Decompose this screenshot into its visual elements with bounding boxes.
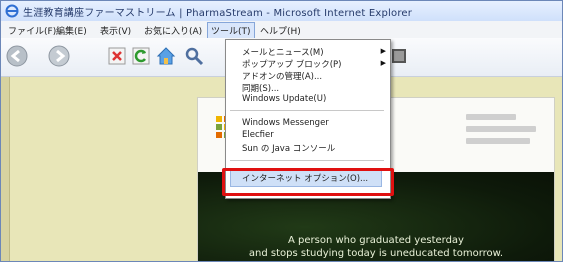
search-icon[interactable] (182, 44, 206, 68)
forward-arrow-icon[interactable] (47, 44, 71, 68)
menu-separator (230, 110, 384, 111)
submenu-arrow-icon: ▶ (380, 59, 386, 67)
menu-view[interactable]: 表示(V) (97, 23, 134, 38)
menu-favorites[interactable]: お気に入り(A) (141, 23, 205, 38)
menu-item-manage-addons[interactable]: アドオンの管理(A)... (242, 70, 322, 82)
quote-text: A person who graduated yesterday and sto… (198, 234, 554, 260)
refresh-icon[interactable] (129, 44, 153, 68)
menu-edit[interactable]: 編集(E) (53, 23, 90, 38)
home-icon[interactable] (154, 44, 178, 68)
menu-help[interactable]: ヘルプ(H) (257, 23, 304, 38)
highlight-callout-box (222, 168, 394, 196)
quote-line-2: and stops studying today is uneducated t… (248, 248, 504, 259)
menu-item-java-console[interactable]: Sun の Java コンソール (242, 142, 335, 154)
menu-tools[interactable]: ツール(T) (207, 22, 255, 39)
left-frame-bar (1, 77, 10, 261)
ie-window: 生涯教育講座ファーマストリーム | PharmaStream - Microso… (0, 0, 563, 262)
menu-separator (230, 160, 384, 161)
internet-explorer-icon (5, 4, 19, 18)
menu-item-popup-blocker[interactable]: ポップアップ ブロック(P) (242, 58, 341, 70)
menu-item-mail-news[interactable]: メールとニュース(M) (242, 46, 324, 58)
menu-item-windows-update[interactable]: Windows Update(U) (242, 94, 326, 104)
window-title: 生涯教育講座ファーマストリーム | PharmaStream - Microso… (23, 8, 413, 19)
title-bar: 生涯教育講座ファーマストリーム | PharmaStream - Microso… (1, 1, 562, 22)
menu-item-elecfier[interactable]: Elecfier (242, 130, 274, 140)
stop-icon[interactable] (105, 44, 129, 68)
submenu-arrow-icon: ▶ (380, 47, 386, 55)
header-text-block (466, 108, 546, 150)
back-arrow-icon[interactable] (5, 44, 29, 68)
quote-line-1: A person who graduated yesterday (288, 235, 464, 246)
menu-file[interactable]: ファイル(F) (5, 23, 59, 38)
menu-item-windows-messenger[interactable]: Windows Messenger (242, 118, 329, 128)
menu-bar: ファイル(F) 編集(E) 表示(V) お気に入り(A) ツール(T) ヘルプ(… (1, 21, 562, 39)
menu-item-sync[interactable]: 同期(S)... (242, 82, 279, 94)
